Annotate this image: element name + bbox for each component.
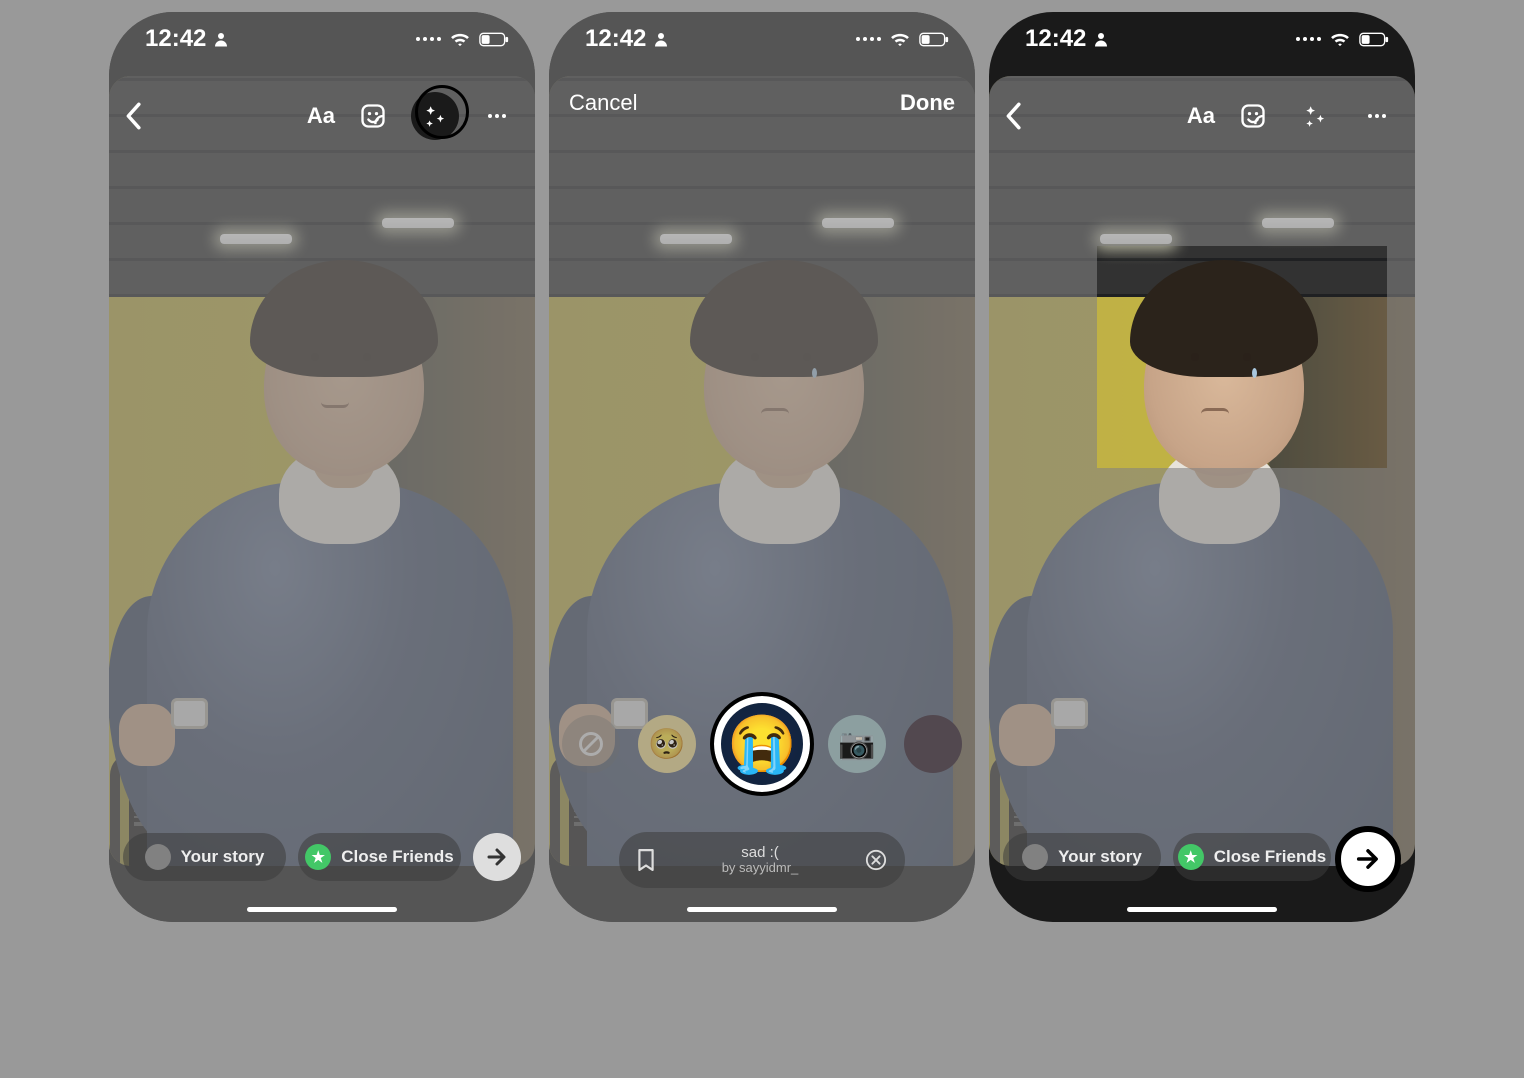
photo-preview [989,76,1415,866]
your-story-button[interactable]: Your story [123,833,286,881]
effects-button[interactable] [411,92,459,140]
filter-author: sayyidmr_ [739,860,798,875]
editor-toolbar: Aa [123,88,521,144]
bookmark-icon[interactable] [637,849,655,871]
text-tool-button[interactable]: Aa [307,103,335,129]
status-bar: 12:42 [109,12,535,66]
clock-time: 12:42 [1025,25,1086,53]
close-friends-label: Close Friends [1214,847,1326,867]
close-friends-button[interactable]: ★ Close Friends [1173,833,1331,881]
close-friends-button[interactable]: ★ Close Friends [298,833,461,881]
person-badge-icon [1092,30,1110,48]
screenshot-2: 12:42 Cancel Done 🥺 😭 📷 [549,12,975,922]
status-bar: 12:42 [549,12,975,66]
sticker-button[interactable] [1229,92,1277,140]
wifi-icon [1329,31,1351,47]
editor-toolbar: Aa [1003,88,1401,144]
done-button[interactable]: Done [900,90,955,116]
photo-preview [109,76,535,866]
filter-none[interactable] [562,715,620,773]
share-bar: Your story ★ Close Friends [123,826,521,888]
avatar-icon [1022,844,1048,870]
wifi-icon [449,31,471,47]
filter-film-camera[interactable]: 📷 [828,715,886,773]
send-button[interactable] [473,833,521,881]
filter-name-pill: sad :( by sayyidmr_ [619,832,905,888]
cellular-dots-icon [1296,37,1321,41]
more-button[interactable] [473,92,521,140]
battery-icon [479,32,509,47]
wifi-icon [889,31,911,47]
send-button[interactable] [1335,826,1401,892]
your-story-label: Your story [181,847,265,867]
back-button[interactable] [123,102,143,130]
person-badge-icon [212,30,230,48]
cancel-button[interactable]: Cancel [569,90,637,116]
status-bar: 12:42 [989,12,1415,66]
clock-time: 12:42 [585,25,646,53]
battery-icon [1359,32,1389,47]
screenshot-1: 12:42 Aa [109,12,535,922]
star-icon: ★ [1178,844,1204,870]
filter-name-text: sad :( [722,844,799,861]
back-button[interactable] [1003,102,1023,130]
cellular-dots-icon [856,37,881,41]
ceiling-light-icon [382,218,454,228]
share-bar: Your story ★ Close Friends [1003,826,1331,888]
filter-crying-face[interactable]: 😭 [714,696,810,792]
home-indicator [687,907,837,912]
cellular-dots-icon [416,37,441,41]
filter-reel[interactable]: 🥺 😭 📷 [549,696,975,792]
star-icon: ★ [305,844,331,870]
screenshot-3: 12:42 Aa [989,12,1415,922]
effects-button[interactable] [1291,92,1339,140]
home-indicator [247,907,397,912]
ceiling-light-icon [220,234,292,244]
filter-pleading-face[interactable]: 🥺 [638,715,696,773]
filter-gallery[interactable] [904,715,962,773]
battery-icon [919,32,949,47]
clock-time: 12:42 [145,25,206,53]
more-button[interactable] [1353,92,1401,140]
home-indicator [1127,907,1277,912]
your-story-button[interactable]: Your story [1003,833,1161,881]
sticker-button[interactable] [349,92,397,140]
avatar-icon [145,844,171,870]
your-story-label: Your story [1058,847,1142,867]
person-badge-icon [652,30,670,48]
clear-filter-icon[interactable] [865,849,887,871]
close-friends-label: Close Friends [341,847,453,867]
text-tool-button[interactable]: Aa [1187,103,1215,129]
